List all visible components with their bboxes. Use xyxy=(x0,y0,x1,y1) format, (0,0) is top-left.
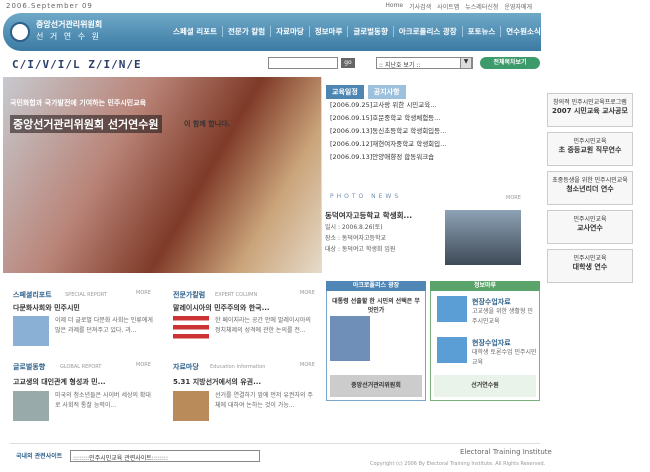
related-sites-label: 국내외 관련사이트 xyxy=(16,453,63,460)
global-thumb[interactable] xyxy=(13,391,49,421)
hero-subtitle: 국민화합과 국가발전에 기여하는 민주시민교육 xyxy=(10,99,147,107)
list-item[interactable]: [2006.09.12]재현여자중학교 학생회입... xyxy=(330,138,535,151)
banner-university[interactable]: 민주시민교육 대학생 연수 xyxy=(547,249,633,283)
issue-date: 2006.September 09 xyxy=(6,2,93,10)
banner-teacher-training[interactable]: 민주시민교육 초 중등교원 직무연수 xyxy=(547,132,633,166)
special-report-title[interactable]: 스페셜리포트 xyxy=(13,290,52,300)
link-article-search[interactable]: 기사검색 xyxy=(409,2,431,11)
hero-title-tail: 이 함께 합니다. xyxy=(184,120,231,128)
search-input[interactable] xyxy=(268,57,338,69)
photo-date: 일시 : 2006.8.26(토) xyxy=(325,224,383,231)
acropolis-caption[interactable]: 중앙선거관리위원회 xyxy=(330,375,422,397)
book-icon xyxy=(437,337,467,363)
special-report-tag: SPECIAL REPORT xyxy=(65,292,107,298)
person-watering-icon xyxy=(330,316,370,361)
malaysia-flag-thumb[interactable] xyxy=(173,316,209,346)
data-headline[interactable]: 5.31 지방선거에서의 유권... xyxy=(173,377,318,387)
org-logo-icon[interactable] xyxy=(10,22,30,42)
nav-special-report[interactable]: 스페셜 리포트 xyxy=(168,26,224,37)
global-tag: GLOBAL REPORT xyxy=(60,364,102,370)
data-desc: 선거를 연결하기 앞에 먼저 유권자의 주체에 대하여 논하는 것이 가능... xyxy=(215,392,313,409)
nav-photo-news[interactable]: 포토뉴스 xyxy=(463,26,502,37)
tab-notice[interactable]: 공지사항 xyxy=(367,85,406,99)
photo-place: 장소 : 동덕여자고등학교 xyxy=(325,235,387,242)
nav-institute-news[interactable]: 연수원소식 xyxy=(501,26,546,37)
search-go-button[interactable]: go xyxy=(341,58,355,68)
page: 2006.September 09 Home 기사검색 사이트맵 뉴스레터신청 … xyxy=(0,0,650,472)
infomaru-item-1-title[interactable]: 현장수업자료 xyxy=(472,297,511,307)
footer-brand: Electoral Training Institute xyxy=(460,448,552,456)
hero-title: 중앙선거관리위원회 선거연수원 xyxy=(10,115,162,133)
special-thumb[interactable] xyxy=(13,316,49,346)
list-item[interactable]: [2006.09.25]고사랑 위한 시민교육... xyxy=(330,99,535,112)
infomaru-caption[interactable]: 선거연수원 xyxy=(434,375,536,397)
list-item[interactable]: [2006.09.15]호문중학교 학생체험등... xyxy=(330,112,535,125)
link-newsletter[interactable]: 뉴스레터신청 xyxy=(465,2,498,11)
data-title[interactable]: 자료마당 xyxy=(173,362,199,372)
infomaru-item-2-sub: 대학생 토론수업 민주시민교육 xyxy=(472,349,537,366)
data-tag: Education Information xyxy=(210,364,266,370)
nav-acropolis[interactable]: 아크로폴리스 광장 xyxy=(394,26,463,37)
book-icon xyxy=(437,296,467,322)
data-thumb[interactable] xyxy=(173,391,209,421)
org-name[interactable]: 중앙선거관리위원회 xyxy=(36,19,102,30)
link-admin-mail[interactable]: 운영자메게 xyxy=(504,2,532,11)
infomaru-item-1-sub: 고교생을 위한 생활형 민주시민교육 xyxy=(472,308,533,325)
photo-info: 일시 : 2006.8.26(토) 장소 : 동덕여자고등학교 대상 : 동덕여… xyxy=(325,222,395,255)
banner-youth-leader[interactable]: 초중등생을 위한 민주시민교육 청소년리더 연수 xyxy=(547,171,633,205)
nav-global[interactable]: 글로벌동향 xyxy=(348,26,394,37)
photo-target: 대상 : 동덕여고 학생회 임원 xyxy=(325,246,396,253)
banner-teacher-contest[interactable]: 창의적 민주시민교육프로그램 2007 시민교육 교사공모 xyxy=(547,93,633,127)
column-headline[interactable]: 말레이시아의 민주주의와 한국... xyxy=(173,303,318,313)
list-item[interactable]: [2006.09.13]동신초등학교 학생회입등... xyxy=(330,125,535,138)
column-title[interactable]: 전문가칼럼 xyxy=(173,290,205,300)
column-desc: 한 페이지라는 공간 안에 말레이시아의 정치체제의 성격에 관한 논의를 전.… xyxy=(215,317,311,334)
related-sites-select[interactable]: ::::::::민주시민교육 관련사이트:::::::: xyxy=(70,450,260,462)
infomaru-title[interactable]: 정보마루 xyxy=(430,281,540,291)
side-banners: 창의적 민주시민교육프로그램 2007 시민교육 교사공모 민주시민교육 초 중등교… xyxy=(547,93,633,288)
brand-logo: C/I/V/I/L Z/I/N/E xyxy=(12,58,142,71)
special-more-link[interactable]: MORE xyxy=(136,290,151,296)
nav-info[interactable]: 정보마루 xyxy=(310,26,349,37)
notice-list: [2006.09.25]고사랑 위한 시민교육... [2006.09.15]호… xyxy=(330,99,535,164)
copyright: Copyright (c) 2006 By Electoral Training… xyxy=(370,461,546,467)
link-home[interactable]: Home xyxy=(385,2,403,11)
all-contents-button[interactable]: 전체목차보기 xyxy=(480,57,540,69)
link-sitemap[interactable]: 사이트맵 xyxy=(437,2,459,11)
main-nav: 스페셜 리포트 전문가 칼럼 자료마당 정보마루 글로벌동향 아크로폴리스 광장… xyxy=(168,26,546,37)
nav-expert-column[interactable]: 전문가 칼럼 xyxy=(223,26,272,37)
top-links: Home 기사검색 사이트맵 뉴스레터신청 운영자메게 xyxy=(385,2,532,11)
nav-data[interactable]: 자료마당 xyxy=(271,26,310,37)
special-headline[interactable]: 다문화사회와 민주시민 xyxy=(13,303,153,313)
global-desc: 미국의 청소년들은 사이버 세상의 확대로 사회적 통찰 능력이... xyxy=(55,392,151,409)
back-issue-select[interactable]: :: 지난호 보기 :: xyxy=(376,57,473,69)
photo-news-header: PHOTO NEWS xyxy=(330,193,402,200)
photo-image[interactable] xyxy=(445,210,521,265)
data-more-link[interactable]: MORE xyxy=(300,362,315,368)
column-tag: EXPERT COLUMN xyxy=(215,292,258,298)
list-item[interactable]: [2006.09.13]안양애향정 합동워크숍 xyxy=(330,151,535,164)
special-desc: 이제 더 글로벌 다문화 사회는 인류에게 많은 과제를 던져주고 있다. 과.… xyxy=(55,317,153,334)
infomaru-item-2-title[interactable]: 현장수업자료 xyxy=(472,338,511,348)
acropolis-title[interactable]: 아크로폴리스 광장 xyxy=(326,281,426,291)
global-title[interactable]: 글로벌동향 xyxy=(13,362,45,372)
global-headline[interactable]: 고교생의 대인관계 형성과 민... xyxy=(13,377,153,387)
notice-tabs: 교육일정 공지사항 xyxy=(326,85,406,99)
global-more-link[interactable]: MORE xyxy=(136,362,151,368)
banner-teacher-course[interactable]: 민주시민교육 교사연수 xyxy=(547,210,633,244)
photo-more-link[interactable]: MORE xyxy=(506,195,521,201)
column-more-link[interactable]: MORE xyxy=(300,290,315,296)
photo-title[interactable]: 동덕여자고등학교 학생회... xyxy=(325,210,412,221)
chevron-down-icon[interactable]: ▼ xyxy=(460,57,472,69)
org-subname: 선 거 연 수 원 xyxy=(36,32,101,41)
tab-schedule[interactable]: 교육일정 xyxy=(326,85,364,99)
